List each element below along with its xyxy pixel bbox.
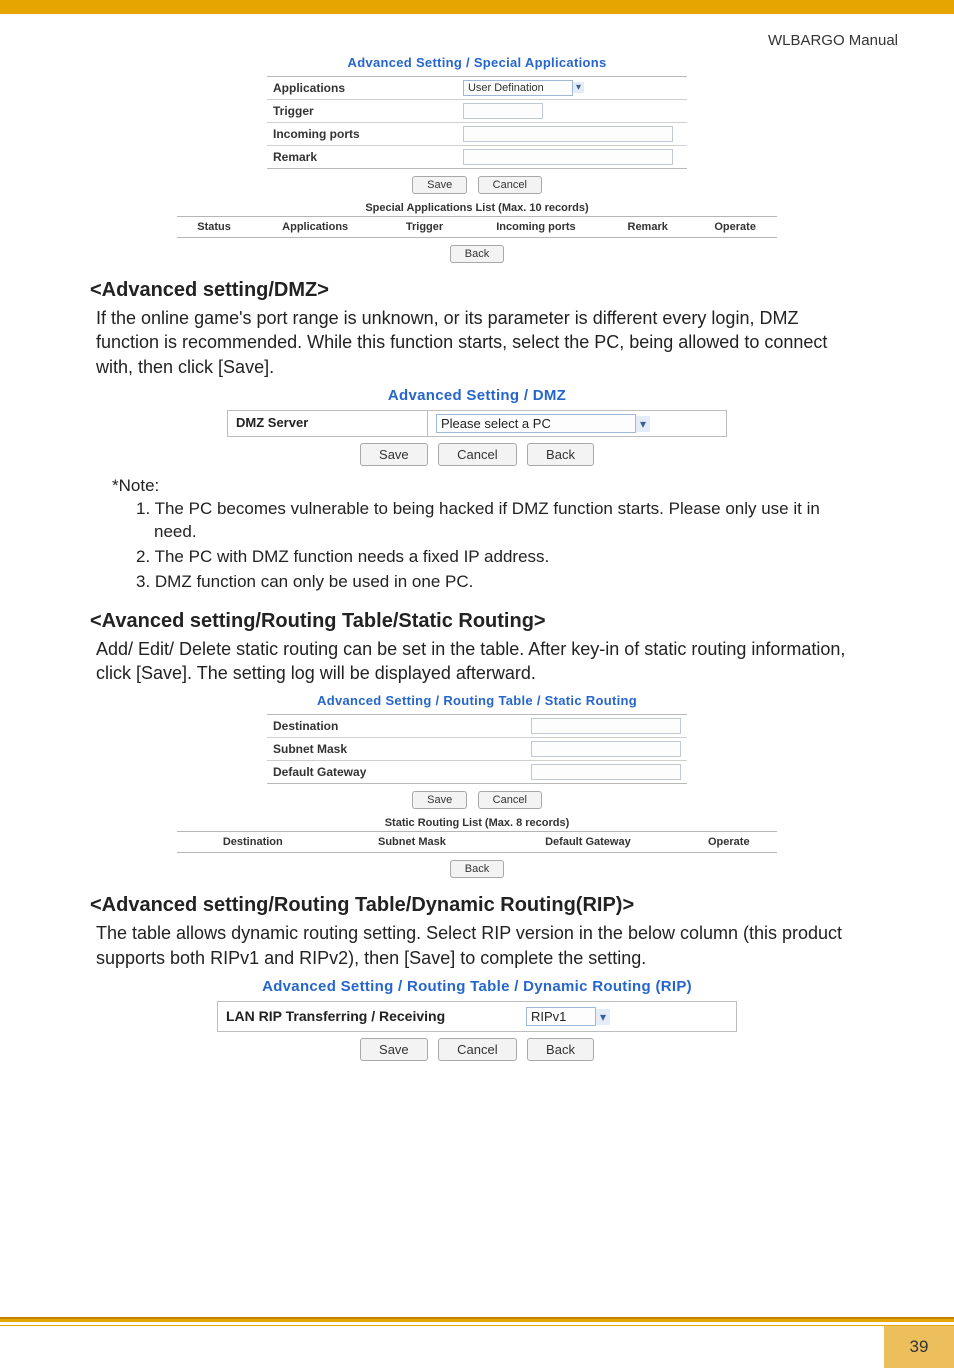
back-button[interactable]: Back [527, 443, 594, 466]
page-content: Advanced Setting / Special Applications … [0, 55, 954, 1131]
lan-rip-label: LAN RIP Transferring / Receiving [218, 1002, 518, 1031]
note-list: 1. The PC becomes vulnerable to being ha… [136, 498, 864, 594]
rip-paragraph: The table allows dynamic routing setting… [96, 921, 864, 970]
static-routing-list-header: Destination Subnet Mask Default Gateway … [177, 831, 777, 853]
rip-version-select[interactable]: RIPv1 [526, 1007, 596, 1026]
col-destination: Destination [177, 832, 329, 853]
col-incoming: Incoming ports [470, 217, 602, 238]
col-operate: Operate [681, 832, 777, 853]
applications-label: Applications [267, 77, 457, 100]
static-routing-list-caption: Static Routing List (Max. 8 records) [177, 817, 777, 829]
save-button[interactable]: Save [360, 1038, 428, 1061]
back-button[interactable]: Back [450, 860, 504, 878]
col-operate: Operate [693, 217, 777, 238]
rip-version-select-value: RIPv1 [531, 1009, 566, 1024]
static-routing-paragraph: Add/ Edit/ Delete static routing can be … [96, 637, 864, 686]
destination-input[interactable] [531, 718, 681, 734]
trigger-input[interactable] [463, 103, 543, 119]
default-gateway-label: Default Gateway [267, 761, 525, 784]
special-apps-list-header: Status Applications Trigger Incoming por… [177, 216, 777, 238]
cancel-button[interactable]: Cancel [478, 176, 542, 194]
cancel-button[interactable]: Cancel [438, 443, 516, 466]
col-trigger: Trigger [379, 217, 470, 238]
static-routing-heading: <Avanced setting/Routing Table/Static Ro… [90, 610, 864, 633]
dmz-title: Advanced Setting / DMZ [90, 387, 864, 404]
destination-label: Destination [267, 715, 525, 738]
special-apps-list-caption: Special Applications List (Max. 10 recor… [177, 202, 777, 214]
dmz-server-select[interactable]: Please select a PC [436, 414, 636, 433]
dmz-server-select-value: Please select a PC [441, 416, 551, 431]
save-button[interactable]: Save [412, 791, 467, 809]
incoming-ports-label: Incoming ports [267, 123, 457, 146]
subnet-mask-input[interactable] [531, 741, 681, 757]
subnet-mask-label: Subnet Mask [267, 738, 525, 761]
trigger-label: Trigger [267, 100, 457, 123]
note-item: 2. The PC with DMZ function needs a fixe… [136, 546, 864, 569]
note-label: *Note: [112, 476, 864, 496]
col-status: Status [177, 217, 251, 238]
footer-stripe-thin [0, 1325, 954, 1326]
col-subnet-mask: Subnet Mask [329, 832, 496, 853]
save-button[interactable]: Save [412, 176, 467, 194]
remark-label: Remark [267, 146, 457, 169]
top-accent-stripe [0, 0, 954, 14]
dmz-server-label: DMZ Server [228, 411, 428, 436]
cancel-button[interactable]: Cancel [438, 1038, 516, 1061]
footer-stripe [0, 1317, 954, 1322]
applications-select-value: User Defination [468, 82, 544, 94]
cancel-button[interactable]: Cancel [478, 791, 542, 809]
special-apps-form: Applications User Defination ▾ Trigger I… [267, 76, 687, 169]
save-button[interactable]: Save [360, 443, 428, 466]
back-button[interactable]: Back [450, 245, 504, 263]
col-default-gateway: Default Gateway [495, 832, 680, 853]
col-applications: Applications [251, 217, 379, 238]
static-routing-panel: Advanced Setting / Routing Table / Stati… [177, 693, 777, 878]
note-item: 1. The PC becomes vulnerable to being ha… [154, 498, 864, 544]
static-routing-title: Advanced Setting / Routing Table / Stati… [177, 693, 777, 708]
incoming-ports-input[interactable] [463, 126, 673, 142]
dmz-panel: Advanced Setting / DMZ DMZ Server Please… [90, 387, 864, 466]
dmz-heading: <Advanced setting/DMZ> [90, 279, 864, 302]
chevron-down-icon[interactable]: ▾ [595, 1009, 610, 1025]
special-apps-title: Advanced Setting / Special Applications [177, 55, 777, 70]
special-apps-panel: Advanced Setting / Special Applications … [177, 55, 777, 263]
rip-title: Advanced Setting / Routing Table / Dynam… [90, 978, 864, 995]
rip-heading: <Advanced setting/Routing Table/Dynamic … [90, 894, 864, 917]
col-remark: Remark [602, 217, 693, 238]
remark-input[interactable] [463, 149, 673, 165]
chevron-down-icon[interactable]: ▾ [635, 416, 650, 432]
static-routing-form: Destination Subnet Mask Default Gateway [267, 714, 687, 784]
back-button[interactable]: Back [527, 1038, 594, 1061]
applications-select[interactable]: User Defination [463, 80, 573, 96]
default-gateway-input[interactable] [531, 764, 681, 780]
manual-title: WLBARGO Manual [0, 14, 954, 49]
note-item: 3. DMZ function can only be used in one … [136, 571, 864, 594]
chevron-down-icon[interactable]: ▾ [572, 82, 584, 93]
page-number: 39 [884, 1326, 954, 1368]
dmz-paragraph: If the online game's port range is unkno… [96, 306, 864, 379]
rip-panel: Advanced Setting / Routing Table / Dynam… [90, 978, 864, 1061]
